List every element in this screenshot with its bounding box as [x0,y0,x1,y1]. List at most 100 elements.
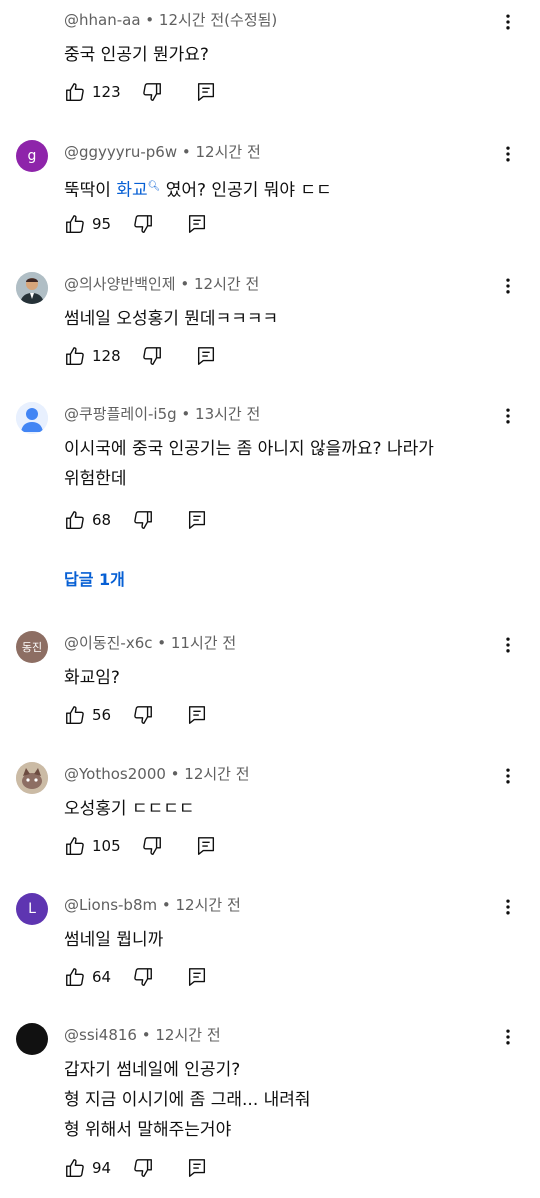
reply-icon[interactable] [193,833,219,859]
thumbs-down-icon[interactable] [130,1155,156,1181]
comment-line: 갑자기 썸네일에 인공기? [64,1060,241,1080]
author-name[interactable]: @쿠팡플레이-i5g [64,405,177,423]
more-vert-icon[interactable] [494,272,522,300]
meta-separator: • [177,143,196,161]
thumbs-down-icon[interactable] [130,964,156,990]
comment-meta: @쿠팡플레이-i5g • 13시간 전 [64,400,260,428]
comment-time: 12시간 전 [155,1026,221,1044]
comment-time: 12시간 전 [195,143,261,161]
reply-icon[interactable] [193,79,219,105]
comment-meta: @의사양반백인제 • 12시간 전 [64,270,259,298]
avatar-letter: 동진 [21,641,43,654]
avatar[interactable]: g [16,140,48,172]
reply-icon[interactable] [184,211,210,237]
author-name[interactable]: @hhan-aa [64,11,141,29]
comment-time: 13시간 전 [195,405,261,423]
more-vert-icon[interactable] [494,631,522,659]
thumbs-down-icon[interactable] [130,507,156,533]
avatar-letter: g [27,148,37,164]
more-vert-icon[interactable] [494,893,522,921]
reply-icon[interactable] [184,702,210,728]
more-vert-icon[interactable] [494,402,522,430]
comment-line: 오성홍기 ㄷㄷㄷㄷ [64,799,195,819]
comment-text: 오성홍기 ㄷㄷㄷㄷ [64,794,504,824]
author-name[interactable]: @이동진-x6c [64,634,152,652]
comment-meta: @ggyyyru-p6w • 12시간 전 [64,138,261,166]
comment-text-part: 뚝딱이 [64,180,117,201]
meta-separator: • [165,765,185,783]
thumbs-down-icon[interactable] [130,702,156,728]
thumbs-up-icon[interactable] [62,507,88,533]
thumbs-up-icon[interactable] [62,964,88,990]
comment-text-part: 였어? 인공기 뭐야 ㄷㄷ [160,180,332,201]
thumbs-up-icon[interactable] [62,211,88,237]
like-count: 105 [92,837,121,855]
comment-actions: 95 [62,210,210,238]
thumbs-down-icon[interactable] [139,343,165,369]
meta-separator: • [157,896,176,914]
reply-icon[interactable] [184,964,210,990]
comment-time: 12시간 전(수정됨) [158,11,278,29]
author-name[interactable]: @ggyyyru-p6w [64,143,177,161]
comment-actions: 105 [62,832,219,860]
like-count: 128 [92,347,121,365]
like-count: 56 [92,706,112,724]
thumbs-up-icon[interactable] [62,702,88,728]
thumbs-up-icon[interactable] [62,343,88,369]
comment-line: 썸네일 오성홍기 뭔데ㅋㅋㅋㅋ [64,309,279,329]
comment-time: 12시간 전 [175,896,241,914]
like-count: 95 [92,215,112,233]
more-vert-icon[interactable] [494,140,522,168]
thumbs-down-icon[interactable] [139,79,165,105]
comment-actions: 123 [62,78,219,106]
search-icon: 🔍︎ [147,181,161,192]
meta-separator: • [152,634,171,652]
author-name[interactable]: @Lions-b8m [64,896,157,914]
like-count: 64 [92,968,112,986]
avatar-letter: L [28,901,36,917]
author-name[interactable]: @Yothos2000 [64,765,166,783]
comment-actions: 64 [62,963,210,991]
comment-text: 화교임? [64,663,504,693]
more-vert-icon[interactable] [494,8,522,36]
meta-separator: • [176,405,196,423]
author-name[interactable]: @의사양반백인제 [64,275,176,293]
comment-line: 중국 인공기 뭔가요? [64,45,209,65]
avatar[interactable]: L [16,893,48,925]
comment-text: 썸네일 뭡니까 [64,925,504,955]
comment-text: 갑자기 썸네일에 인공기? 형 지금 이시기에 좀 그래... 내려줘 형 위해… [64,1055,504,1145]
comment-actions: 56 [62,701,210,729]
comment-line: 형 지금 이시기에 좀 그래... 내려줘 [64,1090,311,1110]
comment-actions: 94 [62,1154,210,1182]
meta-separator: • [140,11,159,29]
comment-meta: @ssi4816 • 12시간 전 [64,1021,221,1049]
thumbs-down-icon[interactable] [139,833,165,859]
man-in-suit-avatar[interactable] [16,272,48,304]
comment-time: 11시간 전 [170,634,237,652]
comment-time: 12시간 전 [194,275,260,293]
comment-meta: @hhan-aa • 12시간 전(수정됨) [64,6,277,34]
view-replies-link[interactable]: 답글 1개 [64,566,125,590]
avatar[interactable] [16,1023,48,1055]
thumbs-up-icon[interactable] [62,79,88,105]
comment-meta: @Lions-b8m • 12시간 전 [64,891,241,919]
comment-line: 화교임? [64,668,120,688]
comment-line: 썸네일 뭡니까 [64,930,164,950]
cat-avatar[interactable] [16,762,48,794]
reply-icon[interactable] [193,343,219,369]
more-vert-icon[interactable] [494,762,522,790]
author-name[interactable]: @ssi4816 [64,1026,137,1044]
reply-icon[interactable] [184,507,210,533]
thumbs-up-icon[interactable] [62,1155,88,1181]
thumbs-up-icon[interactable] [62,833,88,859]
comment-actions: 68 [62,506,210,534]
comment-meta: @이동진-x6c • 11시간 전 [64,629,236,657]
search-link[interactable]: 화교 [116,181,147,201]
avatar[interactable]: 동진 [16,631,48,663]
meta-separator: • [136,1026,156,1044]
reply-icon[interactable] [184,1155,210,1181]
default-user-avatar[interactable] [16,402,48,434]
thumbs-down-icon[interactable] [130,211,156,237]
more-vert-icon[interactable] [494,1023,522,1051]
like-count: 123 [92,83,121,101]
